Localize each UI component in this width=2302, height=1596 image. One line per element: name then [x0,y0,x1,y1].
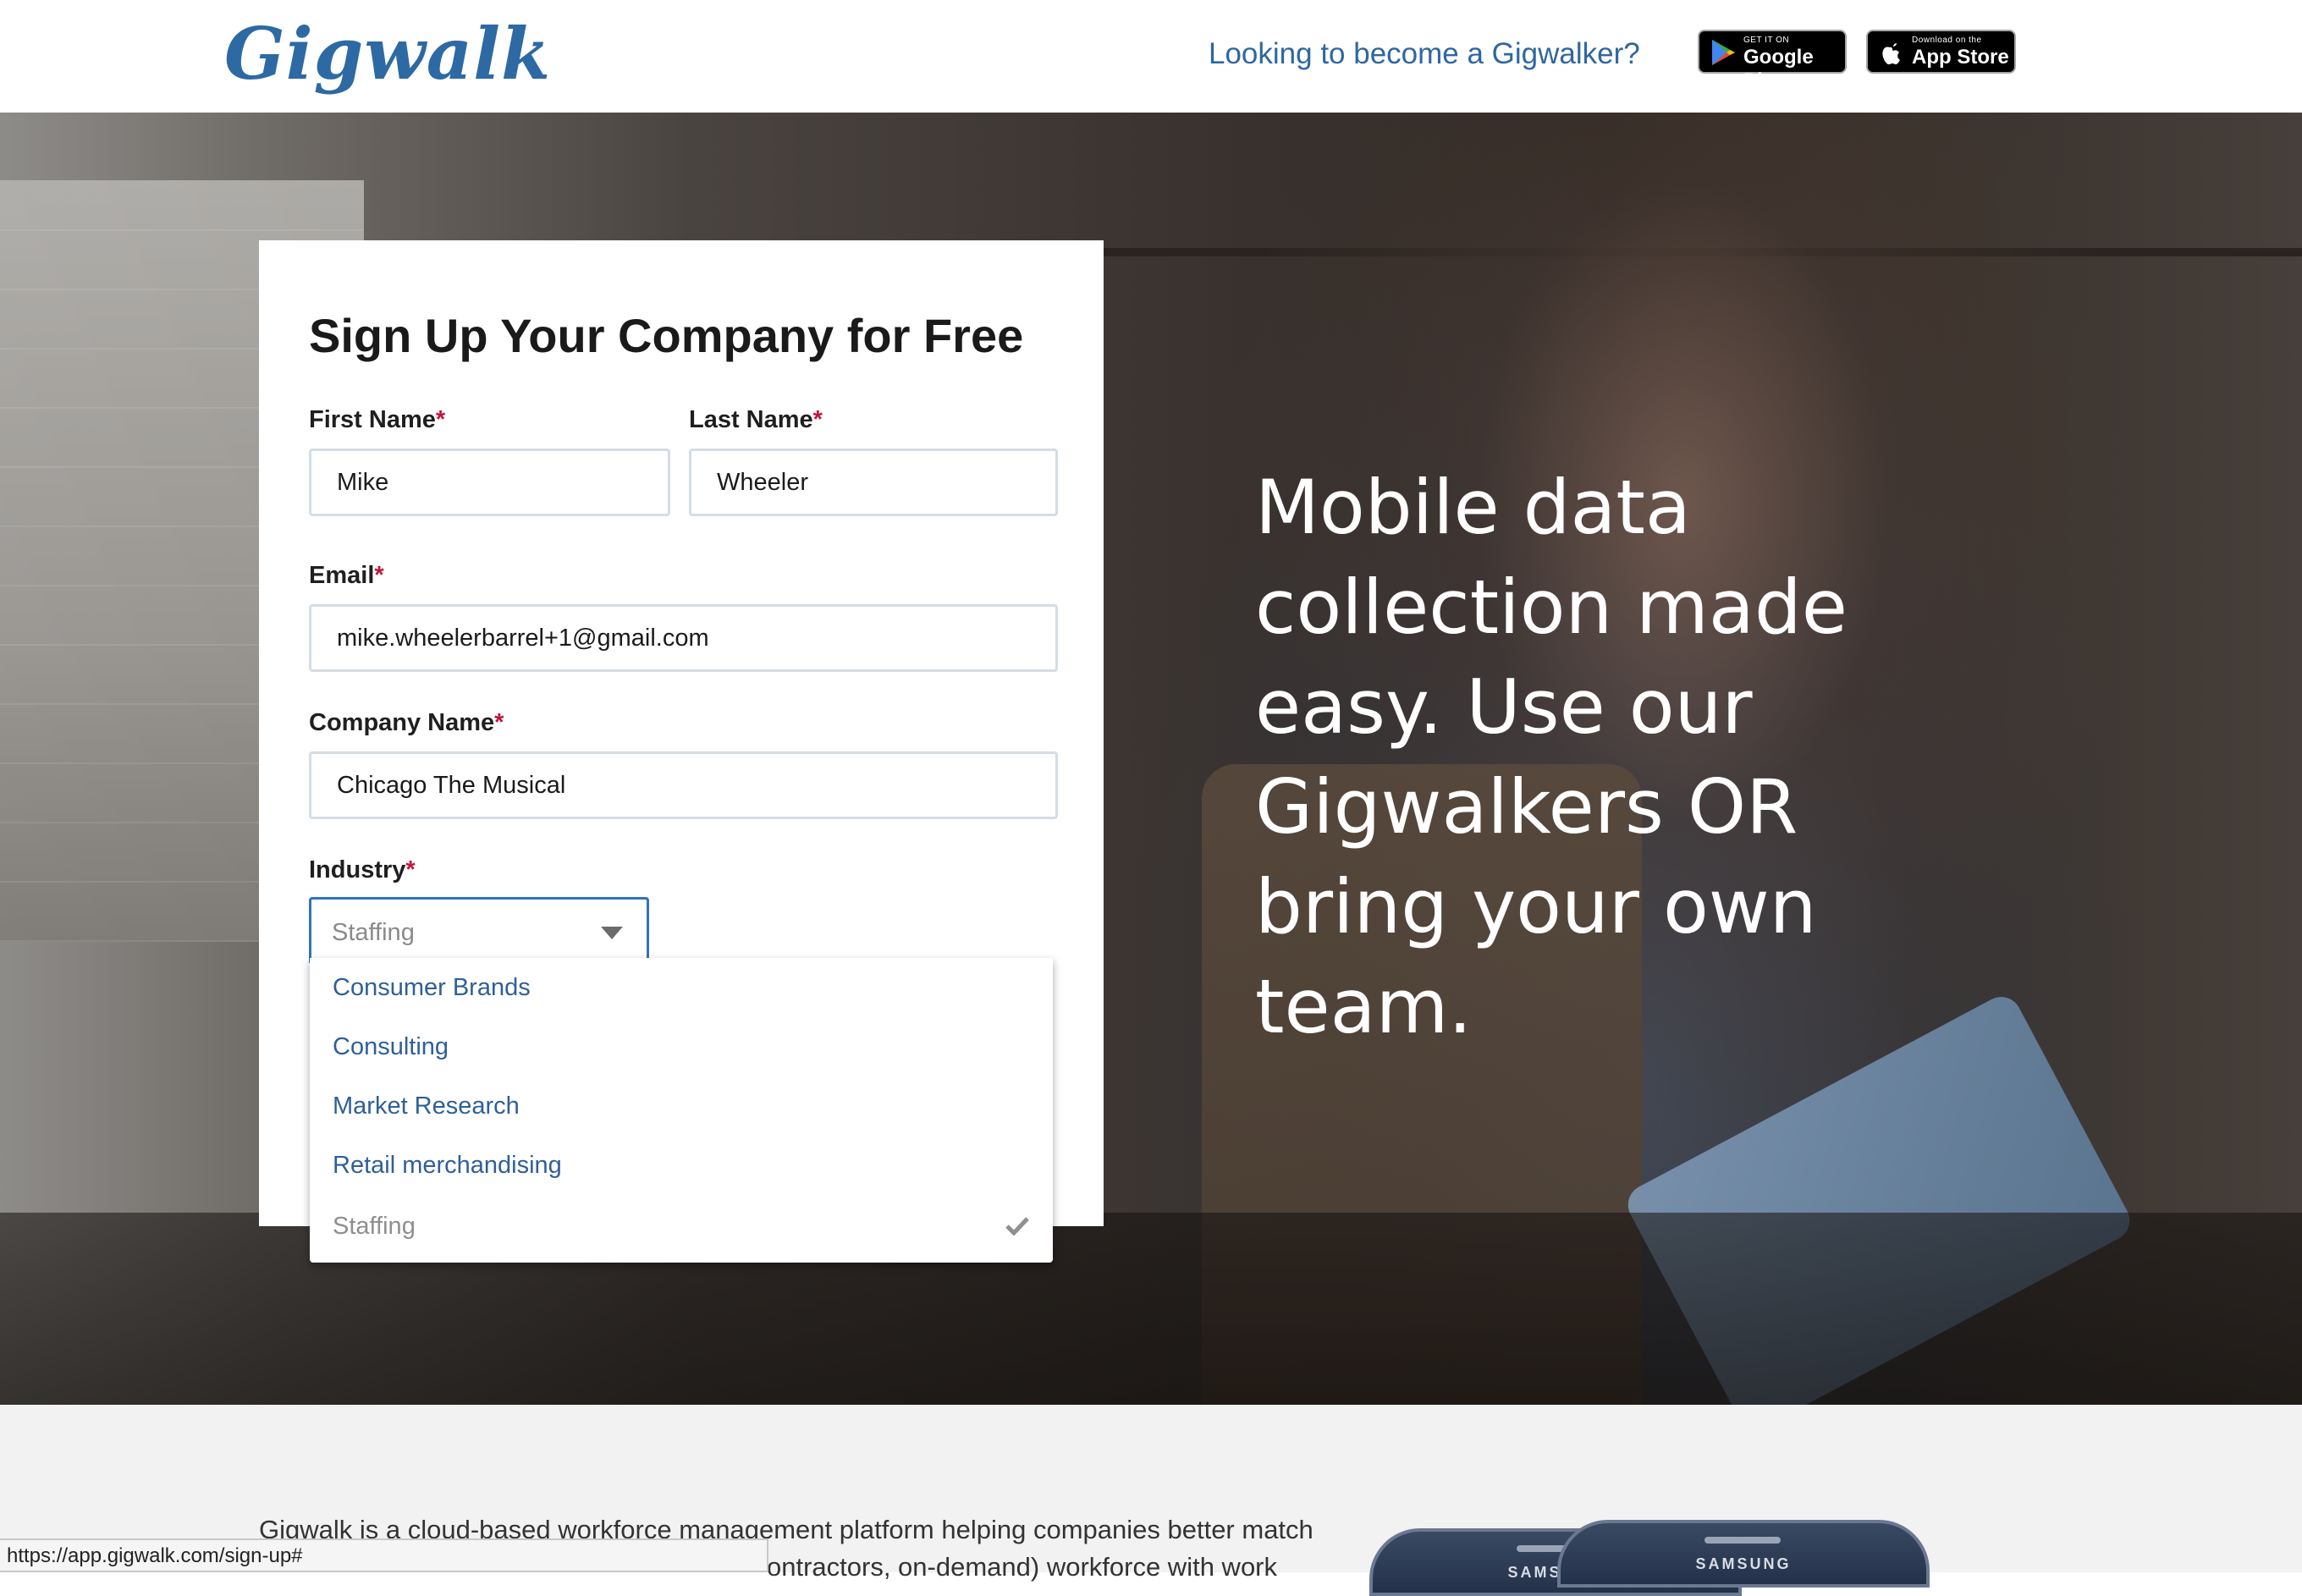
industry-label: Industry* [309,856,416,884]
samsung-phone-image: SAMSUNG [1557,1520,1930,1588]
form-title: Sign Up Your Company for Free [309,309,1024,362]
company-name-label-text: Company Name [309,709,495,736]
site-header: Gigwalk Looking to become a Gigwalker? G… [0,0,2302,113]
industry-option-staffing-label: Staffing [333,1213,416,1240]
required-marker: * [435,406,446,433]
industry-option-consulting[interactable]: Consulting [310,1017,1053,1076]
required-marker: * [494,709,504,736]
email-label-text: Email [309,562,375,589]
industry-option-market-research[interactable]: Market Research [310,1076,1053,1136]
industry-select[interactable]: Staffing [309,897,649,963]
google-play-badge[interactable]: GET IT ON Google Play [1698,30,1847,92]
google-play-icon [1712,40,1735,65]
industry-option-retail-merchandising[interactable]: Retail merchandising [310,1136,1053,1195]
phone-brand-label: SAMSUNG [1695,1555,1792,1572]
industry-option-staffing[interactable]: Staffing [310,1197,1053,1256]
apple-icon [1882,43,1900,64]
industry-dropdown-menu: Consumer Brands Consulting Market Resear… [310,958,1053,1263]
chevron-down-icon [601,927,623,939]
email-label: Email* [309,562,384,590]
industry-label-text: Industry [309,856,406,883]
apple-badge-title: App Store [1912,46,2009,69]
email-input[interactable] [309,604,1058,672]
become-gigwalker-link[interactable]: Looking to become a Gigwalker? [1209,37,1640,71]
hero-headline: Mobile data collection made easy. Use ou… [1255,464,1848,1050]
required-marker: * [812,406,823,433]
last-name-label: Last Name* [689,406,823,434]
check-icon [1005,1217,1029,1236]
google-badge-title: Google Play [1743,46,1814,92]
google-badge-small-text: GET IT ON [1743,36,1790,45]
status-bar-url: https://app.gigwalk.com/sign-up# [0,1538,768,1572]
industry-option-consumer-brands[interactable]: Consumer Brands [310,958,1053,1017]
required-marker: * [374,562,384,589]
required-marker: * [405,856,416,883]
phone-speaker [1704,1537,1781,1544]
app-store-badge[interactable]: Download on the App Store [1866,30,2016,74]
first-name-label-text: First Name [309,406,436,433]
first-name-label: First Name* [309,406,445,434]
apple-badge-small-text: Download on the [1912,36,1982,45]
gigwalk-logo[interactable]: Gigwalk [224,12,551,96]
company-name-label: Company Name* [309,709,504,737]
industry-selected-value: Staffing [332,919,415,946]
last-name-label-text: Last Name [689,406,813,433]
last-name-input[interactable] [689,449,1058,516]
first-name-input[interactable] [309,449,670,516]
company-name-input[interactable] [309,751,1058,819]
